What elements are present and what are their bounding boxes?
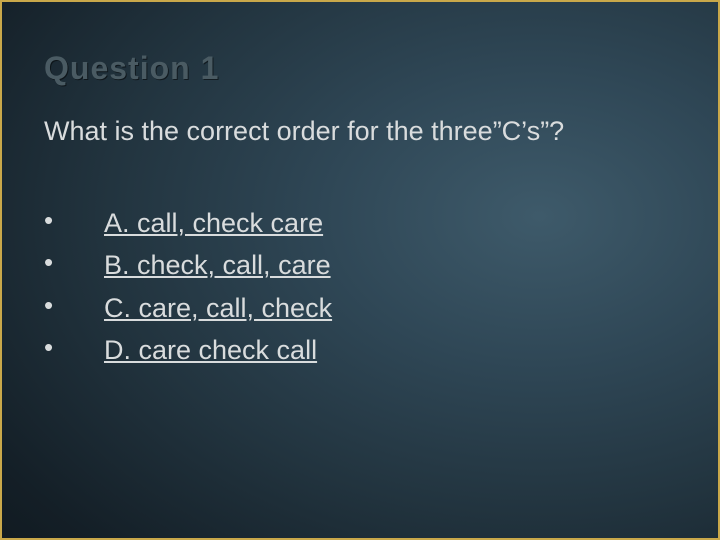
bullet-icon: • (44, 290, 104, 332)
answer-link-a[interactable]: A. call, check care (104, 208, 323, 238)
question-prompt: What is the correct order for the three”… (44, 115, 676, 149)
bullet-icon: • (44, 247, 104, 289)
slide: Question 1 What is the correct order for… (0, 0, 720, 540)
answer-option: • C. care, call, check (44, 290, 332, 332)
answer-option: • D. care check call (44, 332, 332, 374)
bullet-icon: • (44, 332, 104, 374)
answer-link-b[interactable]: B. check, call, care (104, 250, 331, 280)
question-title: Question 1 (44, 50, 676, 87)
answer-link-d[interactable]: D. care check call (104, 335, 317, 365)
bullet-icon: • (44, 205, 104, 247)
answer-option: • B. check, call, care (44, 247, 332, 289)
answer-list: • A. call, check care • B. check, call, … (44, 205, 332, 375)
answer-link-c[interactable]: C. care, call, check (104, 293, 332, 323)
answer-option: • A. call, check care (44, 205, 332, 247)
